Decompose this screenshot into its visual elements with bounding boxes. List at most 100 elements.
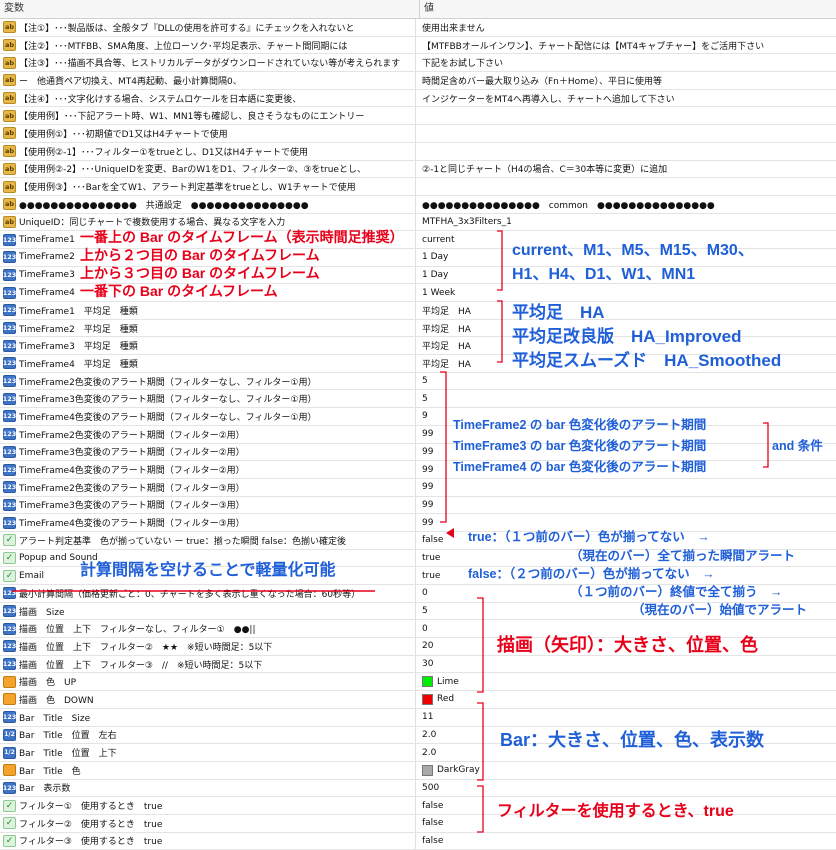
input-row[interactable]: 123 TimeFrame2色変後のアラート期間（フィルター②用） 99 <box>0 425 836 444</box>
input-row[interactable]: ab 【使用例③】･･･Barを全てW1、アラート判定基準をtrueとし、W1チャ… <box>0 178 836 196</box>
variable-label: TimeFrame3色変後のアラート期間（フィルターなし、フィルター①用） <box>19 395 317 406</box>
value-cell[interactable]: 【MTFBBオールインワン】、チャート配信には【MT4キャプチャー】をご活用下さ… <box>416 37 836 54</box>
value-cell[interactable]: 99 <box>416 497 836 514</box>
variable-cell[interactable]: 123 最小計算間隔（価格更新ごと：0、チャートを多く表示し重くなった場合：60秒… <box>0 585 416 602</box>
value-cell[interactable]: ②-1と同じチャート（H4の場合、C＝30本等に変更）に追加 <box>416 161 836 178</box>
variable-cell[interactable]: ab 【注④】･･･文字化けする場合、システムロケールを日本語に変更後、 <box>0 89 416 107</box>
header-value[interactable]: 値 <box>420 0 434 18</box>
input-row[interactable]: ab 【使用例】･･･下記アラート時、W1、MN1等も確認し、良さそうなものにエン… <box>0 107 836 126</box>
value-cell[interactable]: Red <box>416 691 836 708</box>
value-cell[interactable]: false <box>416 833 836 850</box>
variable-cell[interactable]: ab 【使用例③】･･･Barを全てW1、アラート判定基準をtrueとし、W1チャ… <box>0 178 416 195</box>
value-cell[interactable]: 11 <box>416 709 836 726</box>
input-row[interactable]: 123 描画 位置 上下 フィルター③ // ※短い時間足：5以下 30 <box>0 655 836 674</box>
input-row[interactable]: ab 【使用例①】･･･初期値でD1又はH4チャートで使用 <box>0 125 836 143</box>
variable-cell[interactable]: ✓ フィルター③ 使用するとき true <box>0 832 416 850</box>
variable-cell[interactable]: 123 TimeFrame3色変後のアラート期間（フィルターなし、フィルター①用） <box>0 390 416 408</box>
variable-cell[interactable]: 123 TimeFrame2 平均足 種類 <box>0 319 416 337</box>
variable-cell[interactable]: 1/2 Bar Title 位置 左右 <box>0 726 416 744</box>
variable-cell[interactable]: ✓ アラート判定基準 色が揃っていない ー true：揃った瞬間 false：色揃… <box>0 531 416 549</box>
variable-cell[interactable]: ✓ フィルター① 使用するとき true <box>0 797 416 814</box>
input-row[interactable]: 123 TimeFrame4色変後のアラート期間（フィルター③用） 99 <box>0 514 836 532</box>
input-row[interactable]: 123 TimeFrame2色変後のアラート期間（フィルター③用） 99 <box>0 478 836 497</box>
integer-type-icon: 123 <box>2 622 17 635</box>
input-row[interactable]: 123 Bar Title Size 11 <box>0 708 836 727</box>
variable-cell[interactable]: ab 【注②】･･･MTFBB、SMA角度、上位ローソク･平均足表示、チャート間同… <box>0 36 416 54</box>
value-cell[interactable]: DarkGray <box>416 762 836 779</box>
input-row[interactable]: 123 TimeFrame3色変後のアラート期間（フィルターなし、フィルター①用）… <box>0 390 836 409</box>
value-text: 2.0 <box>422 729 437 740</box>
input-row[interactable]: 描画 色 UP Lime <box>0 673 836 692</box>
value-cell[interactable]: 30 <box>416 656 836 673</box>
input-row[interactable]: 123 TimeFrame4色変後のアラート期間（フィルター②用） 99 <box>0 461 836 479</box>
variable-cell[interactable]: ab 【注①】･･･製品版は、全般タブ『DLLの使用を許可する』にチェックを入れな… <box>0 19 416 36</box>
variable-cell[interactable]: 描画 色 UP <box>0 673 416 691</box>
value-cell[interactable]: インジケーターをMT4へ再導入し、チャートへ追加して下さい <box>416 90 836 107</box>
variable-label: 【注①】･･･製品版は、全般タブ『DLLの使用を許可する』にチェックを入れないと <box>19 23 355 34</box>
input-row[interactable]: 123 TimeFrame4色変後のアラート期間（フィルターなし、フィルター①用）… <box>0 408 836 426</box>
input-row[interactable]: 描画 色 DOWN Red <box>0 691 836 709</box>
variable-cell[interactable]: Bar Title 色 <box>0 761 416 779</box>
input-row[interactable]: Bar Title 色 DarkGray <box>0 761 836 780</box>
variable-label: フィルター② 使用するとき true <box>19 819 163 830</box>
header-variable[interactable]: 変数 <box>0 0 420 18</box>
input-row[interactable]: ab 【使用例②-2】･･･UniqueIDを変更、BarのW1をD1、フィルター… <box>0 160 836 179</box>
variable-cell[interactable]: ab 【使用例①】･･･初期値でD1又はH4チャートで使用 <box>0 125 416 142</box>
value-cell[interactable]: 1 Week <box>416 284 836 301</box>
input-row[interactable]: ab ●●●●●●●●●●●●●●● 共通設定 ●●●●●●●●●●●●●●● ●●… <box>0 195 836 214</box>
value-cell[interactable]: 5 <box>416 390 836 407</box>
variable-cell[interactable]: 1/2 Bar Title 位置 上下 <box>0 744 416 761</box>
value-cell[interactable]: 500 <box>416 780 836 797</box>
variable-cell[interactable]: 123 描画 位置 上下 フィルター② ★★ ※短い時間足：5以下 <box>0 638 416 655</box>
input-row[interactable]: 123 TimeFrame2色変後のアラート期間（フィルターなし、フィルター①用）… <box>0 372 836 391</box>
input-row[interactable]: ab 【注①】･･･製品版は、全般タブ『DLLの使用を許可する』にチェックを入れな… <box>0 19 836 37</box>
input-row[interactable]: ab 【注③】･･･描画不具合等、ヒストリカルデータがダウンロードされていない等が… <box>0 54 836 73</box>
input-row[interactable]: ✓ フィルター③ 使用するとき true false <box>0 832 836 850</box>
variable-cell[interactable]: 123 TimeFrame2色変後のアラート期間（フィルター③用） <box>0 478 416 496</box>
value-cell[interactable] <box>416 143 836 160</box>
value-cell[interactable]: 使用出来ません <box>416 19 836 36</box>
variable-cell[interactable]: ✓ フィルター② 使用するとき true <box>0 814 416 832</box>
value-cell[interactable]: 5 <box>416 373 836 390</box>
variable-cell[interactable]: 123 TimeFrame4色変後のアラート期間（フィルター②用） <box>0 461 416 478</box>
value-cell[interactable]: 平均足 HA <box>416 302 836 319</box>
variable-cell[interactable]: 123 TimeFrame3色変後のアラート期間（フィルター②用） <box>0 443 416 461</box>
variable-cell[interactable]: 123 TimeFrame3 平均足 種類 <box>0 337 416 355</box>
variable-cell[interactable]: ab 【注③】･･･描画不具合等、ヒストリカルデータがダウンロードされていない等が… <box>0 54 416 72</box>
variable-cell[interactable]: 123 TimeFrame4色変後のアラート期間（フィルターなし、フィルター①用） <box>0 408 416 425</box>
variable-cell[interactable]: 123 TimeFrame1 平均足 種類 <box>0 302 416 319</box>
variable-cell[interactable]: 123 描画 位置 上下 フィルター③ // ※短い時間足：5以下 <box>0 655 416 673</box>
input-row[interactable]: 123 TimeFrame1 平均足 種類 平均足 HA <box>0 302 836 320</box>
variable-cell[interactable]: 123 TimeFrame4色変後のアラート期間（フィルター③用） <box>0 514 416 531</box>
value-cell[interactable]: 下記をお試し下さい <box>416 54 836 71</box>
input-row[interactable]: 123 TimeFrame3色変後のアラート期間（フィルター③用） 99 <box>0 496 836 515</box>
variable-cell[interactable]: 123 Bar Title Size <box>0 708 416 726</box>
input-row[interactable]: 123 TimeFrame3色変後のアラート期間（フィルター②用） 99 <box>0 443 836 462</box>
variable-cell[interactable]: 123 Bar 表示数 <box>0 779 416 797</box>
variable-cell[interactable]: 123 描画 位置 上下 フィルターなし、フィルター① ●●|| <box>0 620 416 638</box>
value-cell[interactable]: ●●●●●●●●●●●●●●● common ●●●●●●●●●●●●●●● <box>416 196 836 213</box>
variable-cell[interactable]: ab ー 他通貨ペア切換え、MT4再起動、最小計算間隔0、 <box>0 72 416 89</box>
value-cell[interactable] <box>416 178 836 195</box>
variable-cell[interactable]: 描画 色 DOWN <box>0 691 416 708</box>
input-row[interactable]: 123 Bar 表示数 500 <box>0 779 836 798</box>
variable-cell[interactable]: ab 【使用例②-2】･･･UniqueIDを変更、BarのW1をD1、フィルター… <box>0 160 416 178</box>
variable-cell[interactable]: 123 TimeFrame2色変後のアラート期間（フィルター②用） <box>0 425 416 443</box>
variable-cell[interactable]: 123 TimeFrame4 平均足 種類 <box>0 355 416 372</box>
variable-cell[interactable]: ab 【使用例】･･･下記アラート時、W1、MN1等も確認し、良さそうなものにエン… <box>0 107 416 125</box>
variable-cell[interactable]: 123 TimeFrame2色変後のアラート期間（フィルターなし、フィルター①用） <box>0 372 416 390</box>
value-cell[interactable]: MTFHA_3x3Filters_1 <box>416 214 836 231</box>
variable-cell[interactable]: ab ●●●●●●●●●●●●●●● 共通設定 ●●●●●●●●●●●●●●● <box>0 195 416 213</box>
input-row[interactable]: ab ー 他通貨ペア切換え、MT4再起動、最小計算間隔0、 時間足含めバー最大取り込… <box>0 72 836 90</box>
value-cell[interactable]: 時間足含めバー最大取り込み（Fn＋Home）、平日に使用等 <box>416 72 836 89</box>
value-cell[interactable]: Lime <box>416 673 836 690</box>
value-cell[interactable]: 99 <box>416 479 836 496</box>
input-row[interactable]: ab 【注②】･･･MTFBB、SMA角度、上位ローソク･平均足表示、チャート間同… <box>0 36 836 55</box>
value-cell[interactable] <box>416 125 836 142</box>
variable-cell[interactable]: ab 【使用例②-1】･･･フィルター①をtrueとし、D1又はH4チャートで使用 <box>0 142 416 160</box>
variable-cell[interactable]: 123 描画 Size <box>0 602 416 620</box>
input-row[interactable]: ab 【注④】･･･文字化けする場合、システムロケールを日本語に変更後、 インジケー… <box>0 89 836 108</box>
input-row[interactable]: ab 【使用例②-1】･･･フィルター①をtrueとし、D1又はH4チャートで使用 <box>0 142 836 161</box>
value-cell[interactable] <box>416 107 836 124</box>
variable-cell[interactable]: 123 TimeFrame3色変後のアラート期間（フィルター③用） <box>0 496 416 514</box>
